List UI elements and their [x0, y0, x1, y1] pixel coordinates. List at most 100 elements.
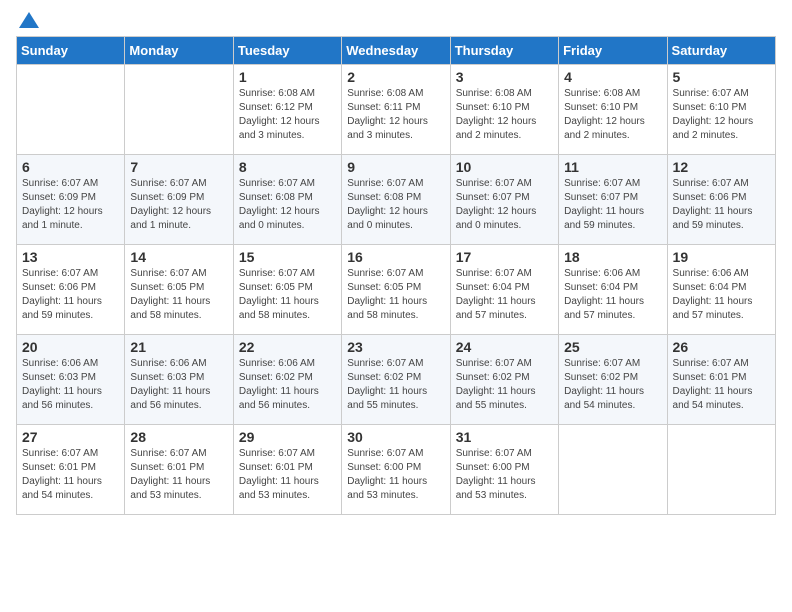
weekday-header: Monday	[125, 37, 233, 65]
day-detail: Sunrise: 6:07 AM Sunset: 6:05 PM Dayligh…	[239, 267, 336, 323]
day-detail: Sunrise: 6:07 AM Sunset: 6:07 PM Dayligh…	[456, 177, 553, 233]
calendar-cell	[559, 425, 667, 515]
calendar-cell: 25 Sunrise: 6:07 AM Sunset: 6:02 PM Dayli…	[559, 335, 667, 425]
day-detail: Sunrise: 6:06 AM Sunset: 6:03 PM Dayligh…	[22, 357, 119, 413]
day-number: 7	[130, 159, 227, 175]
calendar-cell: 18 Sunrise: 6:06 AM Sunset: 6:04 PM Dayli…	[559, 245, 667, 335]
calendar-cell: 19 Sunrise: 6:06 AM Sunset: 6:04 PM Dayli…	[667, 245, 775, 335]
day-number: 5	[673, 69, 770, 85]
day-number: 12	[673, 159, 770, 175]
calendar-cell: 3 Sunrise: 6:08 AM Sunset: 6:10 PM Daylig…	[450, 65, 558, 155]
calendar-cell: 2 Sunrise: 6:08 AM Sunset: 6:11 PM Daylig…	[342, 65, 450, 155]
day-number: 9	[347, 159, 444, 175]
calendar-cell: 20Sunrise: 6:06 AM Sunset: 6:03 PM Dayli…	[17, 335, 125, 425]
day-detail: Sunrise: 6:08 AM Sunset: 6:10 PM Dayligh…	[456, 87, 553, 143]
logo	[16, 16, 39, 28]
day-number: 23	[347, 339, 444, 355]
weekday-header: Thursday	[450, 37, 558, 65]
day-number: 1	[239, 69, 336, 85]
calendar-cell: 4 Sunrise: 6:08 AM Sunset: 6:10 PM Daylig…	[559, 65, 667, 155]
day-number: 11	[564, 159, 661, 175]
day-number: 22	[239, 339, 336, 355]
day-detail: Sunrise: 6:07 AM Sunset: 6:04 PM Dayligh…	[456, 267, 553, 323]
weekday-header: Tuesday	[233, 37, 341, 65]
calendar-cell: 27Sunrise: 6:07 AM Sunset: 6:01 PM Dayli…	[17, 425, 125, 515]
calendar-cell: 8 Sunrise: 6:07 AM Sunset: 6:08 PM Daylig…	[233, 155, 341, 245]
day-number: 15	[239, 249, 336, 265]
day-detail: Sunrise: 6:06 AM Sunset: 6:02 PM Dayligh…	[239, 357, 336, 413]
day-number: 31	[456, 429, 553, 445]
calendar-cell: 15 Sunrise: 6:07 AM Sunset: 6:05 PM Dayli…	[233, 245, 341, 335]
day-number: 2	[347, 69, 444, 85]
header	[16, 16, 776, 28]
calendar-week-row: 13 Sunrise: 6:07 AM Sunset: 6:06 PM Dayli…	[17, 245, 776, 335]
day-detail: Sunrise: 6:07 AM Sunset: 6:01 PM Dayligh…	[130, 447, 227, 503]
calendar-cell: 13 Sunrise: 6:07 AM Sunset: 6:06 PM Dayli…	[17, 245, 125, 335]
day-detail: Sunrise: 6:07 AM Sunset: 6:09 PM Dayligh…	[22, 177, 119, 233]
calendar-cell: 23 Sunrise: 6:07 AM Sunset: 6:02 PM Dayli…	[342, 335, 450, 425]
calendar-cell: 17 Sunrise: 6:07 AM Sunset: 6:04 PM Dayli…	[450, 245, 558, 335]
day-detail: Sunrise: 6:07 AM Sunset: 6:05 PM Dayligh…	[130, 267, 227, 323]
day-number: 6	[22, 159, 119, 175]
calendar-cell: 28Sunrise: 6:07 AM Sunset: 6:01 PM Dayli…	[125, 425, 233, 515]
day-detail: Sunrise: 6:07 AM Sunset: 6:00 PM Dayligh…	[456, 447, 553, 503]
day-number: 4	[564, 69, 661, 85]
calendar-cell: 14 Sunrise: 6:07 AM Sunset: 6:05 PM Dayli…	[125, 245, 233, 335]
day-detail: Sunrise: 6:06 AM Sunset: 6:04 PM Dayligh…	[673, 267, 770, 323]
day-number: 18	[564, 249, 661, 265]
calendar-cell	[17, 65, 125, 155]
day-number: 21	[130, 339, 227, 355]
calendar-table: SundayMondayTuesdayWednesdayThursdayFrid…	[16, 36, 776, 515]
day-number: 3	[456, 69, 553, 85]
calendar-cell: 16 Sunrise: 6:07 AM Sunset: 6:05 PM Dayli…	[342, 245, 450, 335]
calendar-cell: 29Sunrise: 6:07 AM Sunset: 6:01 PM Dayli…	[233, 425, 341, 515]
day-number: 10	[456, 159, 553, 175]
day-number: 14	[130, 249, 227, 265]
weekday-header: Saturday	[667, 37, 775, 65]
calendar-cell: 1 Sunrise: 6:08 AM Sunset: 6:12 PM Daylig…	[233, 65, 341, 155]
day-number: 29	[239, 429, 336, 445]
day-number: 26	[673, 339, 770, 355]
calendar-cell: 24Sunrise: 6:07 AM Sunset: 6:02 PM Dayli…	[450, 335, 558, 425]
day-detail: Sunrise: 6:07 AM Sunset: 6:06 PM Dayligh…	[673, 177, 770, 233]
day-detail: Sunrise: 6:07 AM Sunset: 6:10 PM Dayligh…	[673, 87, 770, 143]
calendar-cell: 7Sunrise: 6:07 AM Sunset: 6:09 PM Daylig…	[125, 155, 233, 245]
weekday-header: Wednesday	[342, 37, 450, 65]
day-detail: Sunrise: 6:07 AM Sunset: 6:02 PM Dayligh…	[456, 357, 553, 413]
day-detail: Sunrise: 6:07 AM Sunset: 6:02 PM Dayligh…	[564, 357, 661, 413]
day-detail: Sunrise: 6:07 AM Sunset: 6:08 PM Dayligh…	[347, 177, 444, 233]
day-detail: Sunrise: 6:08 AM Sunset: 6:12 PM Dayligh…	[239, 87, 336, 143]
day-detail: Sunrise: 6:08 AM Sunset: 6:11 PM Dayligh…	[347, 87, 444, 143]
calendar-cell: 6 Sunrise: 6:07 AM Sunset: 6:09 PM Daylig…	[17, 155, 125, 245]
day-detail: Sunrise: 6:08 AM Sunset: 6:10 PM Dayligh…	[564, 87, 661, 143]
calendar-week-row: 27Sunrise: 6:07 AM Sunset: 6:01 PM Dayli…	[17, 425, 776, 515]
day-number: 17	[456, 249, 553, 265]
day-detail: Sunrise: 6:07 AM Sunset: 6:08 PM Dayligh…	[239, 177, 336, 233]
day-number: 30	[347, 429, 444, 445]
logo-triangle-icon	[19, 12, 39, 28]
calendar-cell: 10 Sunrise: 6:07 AM Sunset: 6:07 PM Dayli…	[450, 155, 558, 245]
day-number: 8	[239, 159, 336, 175]
calendar-cell: 31 Sunrise: 6:07 AM Sunset: 6:00 PM Dayli…	[450, 425, 558, 515]
day-detail: Sunrise: 6:06 AM Sunset: 6:03 PM Dayligh…	[130, 357, 227, 413]
day-detail: Sunrise: 6:07 AM Sunset: 6:05 PM Dayligh…	[347, 267, 444, 323]
day-number: 16	[347, 249, 444, 265]
calendar-week-row: 6 Sunrise: 6:07 AM Sunset: 6:09 PM Daylig…	[17, 155, 776, 245]
day-number: 19	[673, 249, 770, 265]
day-detail: Sunrise: 6:07 AM Sunset: 6:01 PM Dayligh…	[673, 357, 770, 413]
calendar-week-row: 1 Sunrise: 6:08 AM Sunset: 6:12 PM Daylig…	[17, 65, 776, 155]
day-detail: Sunrise: 6:07 AM Sunset: 6:02 PM Dayligh…	[347, 357, 444, 413]
header-row: SundayMondayTuesdayWednesdayThursdayFrid…	[17, 37, 776, 65]
calendar-cell: 5 Sunrise: 6:07 AM Sunset: 6:10 PM Daylig…	[667, 65, 775, 155]
weekday-header: Sunday	[17, 37, 125, 65]
calendar-cell: 12 Sunrise: 6:07 AM Sunset: 6:06 PM Dayli…	[667, 155, 775, 245]
day-detail: Sunrise: 6:06 AM Sunset: 6:04 PM Dayligh…	[564, 267, 661, 323]
day-number: 13	[22, 249, 119, 265]
calendar-cell: 30 Sunrise: 6:07 AM Sunset: 6:00 PM Dayli…	[342, 425, 450, 515]
weekday-header: Friday	[559, 37, 667, 65]
day-detail: Sunrise: 6:07 AM Sunset: 6:06 PM Dayligh…	[22, 267, 119, 323]
day-number: 25	[564, 339, 661, 355]
day-detail: Sunrise: 6:07 AM Sunset: 6:01 PM Dayligh…	[22, 447, 119, 503]
calendar-cell: 9 Sunrise: 6:07 AM Sunset: 6:08 PM Daylig…	[342, 155, 450, 245]
day-detail: Sunrise: 6:07 AM Sunset: 6:00 PM Dayligh…	[347, 447, 444, 503]
